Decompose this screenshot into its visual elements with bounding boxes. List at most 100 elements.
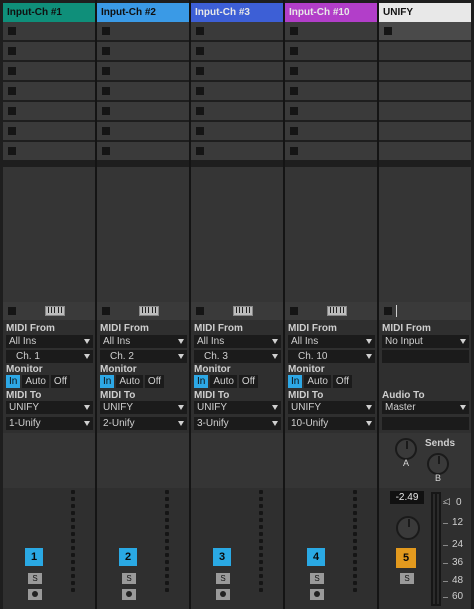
midi-to-channel-select[interactable]: 10-Unify: [288, 417, 375, 430]
stop-button[interactable]: [196, 67, 204, 75]
monitor-off-button[interactable]: Off: [332, 375, 353, 388]
stop-button[interactable]: [196, 127, 204, 135]
audio-to-select[interactable]: Master: [382, 401, 469, 414]
clip-slot[interactable]: [97, 142, 189, 160]
midi-channel-select[interactable]: Ch. 2: [100, 350, 187, 363]
stop-button[interactable]: [196, 147, 204, 155]
stop-button[interactable]: [290, 67, 298, 75]
clip-slot[interactable]: [379, 142, 471, 160]
stop-button[interactable]: [102, 127, 110, 135]
clip-slot[interactable]: [97, 82, 189, 100]
clip-slot[interactable]: [191, 102, 283, 120]
stop-button[interactable]: [8, 87, 16, 95]
clip-drop-area[interactable]: [191, 167, 283, 302]
track-header[interactable]: Input-Ch #3: [191, 3, 283, 22]
monitor-auto-button[interactable]: Auto: [304, 375, 331, 388]
midi-channel-select[interactable]: [382, 350, 469, 363]
solo-button[interactable]: S: [28, 573, 42, 584]
stop-button[interactable]: [102, 107, 110, 115]
solo-button[interactable]: S: [310, 573, 324, 584]
clip-drop-area[interactable]: [285, 167, 377, 302]
clip-slot[interactable]: [191, 82, 283, 100]
midi-channel-select[interactable]: Ch. 3: [194, 350, 281, 363]
clip-slot[interactable]: [3, 142, 95, 160]
monitor-in-button[interactable]: In: [100, 375, 115, 388]
clip-slot[interactable]: [379, 62, 471, 80]
stop-button[interactable]: [384, 27, 392, 35]
clip-drop-area[interactable]: [97, 167, 189, 302]
stop-button[interactable]: [290, 27, 298, 35]
stop-button[interactable]: [290, 127, 298, 135]
clip-slot[interactable]: [285, 62, 377, 80]
track-header[interactable]: UNIFY: [379, 3, 471, 22]
monitor-auto-button[interactable]: Auto: [210, 375, 237, 388]
stop-button[interactable]: [290, 107, 298, 115]
midi-to-select[interactable]: UNIFY: [100, 401, 187, 414]
send-a-knob[interactable]: [395, 438, 417, 460]
clip-slot[interactable]: [191, 22, 283, 40]
clip-slot[interactable]: [379, 122, 471, 140]
clip-slot[interactable]: [191, 142, 283, 160]
stop-button[interactable]: [196, 27, 204, 35]
midi-to-select[interactable]: UNIFY: [6, 401, 93, 414]
arm-button[interactable]: [216, 589, 230, 600]
stop-button[interactable]: [196, 87, 204, 95]
stop-all-button[interactable]: [384, 307, 392, 315]
track-activator-button[interactable]: 3: [213, 548, 231, 566]
midi-channel-select[interactable]: Ch. 1: [6, 350, 93, 363]
stop-button[interactable]: [8, 67, 16, 75]
stop-button[interactable]: [8, 147, 16, 155]
monitor-auto-button[interactable]: Auto: [116, 375, 143, 388]
stop-button[interactable]: [290, 147, 298, 155]
track-header[interactable]: Input-Ch #2: [97, 3, 189, 22]
clip-slot[interactable]: [3, 122, 95, 140]
midi-from-select[interactable]: No Input: [382, 335, 469, 348]
stop-all-button[interactable]: [102, 307, 110, 315]
stop-button[interactable]: [196, 107, 204, 115]
clip-slot[interactable]: [97, 62, 189, 80]
stop-button[interactable]: [102, 47, 110, 55]
clip-drop-area[interactable]: [3, 167, 95, 302]
clip-slot[interactable]: [3, 22, 95, 40]
clip-slot[interactable]: [3, 102, 95, 120]
clip-slot[interactable]: [379, 22, 471, 40]
stop-button[interactable]: [8, 127, 16, 135]
monitor-in-button[interactable]: In: [288, 375, 303, 388]
clip-slot[interactable]: [379, 42, 471, 60]
clip-slot[interactable]: [379, 82, 471, 100]
stop-button[interactable]: [196, 47, 204, 55]
clip-slot[interactable]: [191, 122, 283, 140]
solo-button[interactable]: S: [216, 573, 230, 584]
monitor-auto-button[interactable]: Auto: [22, 375, 49, 388]
audio-to-channel-select[interactable]: [382, 417, 469, 430]
track-activator-button[interactable]: 4: [307, 548, 325, 566]
volume-display[interactable]: -2.49: [390, 491, 424, 504]
track-header[interactable]: Input-Ch #10: [285, 3, 377, 22]
track-activator-button[interactable]: 5: [396, 548, 416, 568]
clip-slot[interactable]: [285, 22, 377, 40]
track-activator-button[interactable]: 2: [119, 548, 137, 566]
midi-to-channel-select[interactable]: 1-Unify: [6, 417, 93, 430]
midi-channel-select[interactable]: Ch. 10: [288, 350, 375, 363]
clip-slot[interactable]: [285, 42, 377, 60]
midi-from-select[interactable]: All Ins: [194, 335, 281, 348]
stop-all-button[interactable]: [196, 307, 204, 315]
clip-slot[interactable]: [97, 22, 189, 40]
clip-slot[interactable]: [3, 62, 95, 80]
stop-button[interactable]: [102, 27, 110, 35]
stop-button[interactable]: [102, 147, 110, 155]
midi-to-channel-select[interactable]: 3-Unify: [194, 417, 281, 430]
arm-button[interactable]: [122, 589, 136, 600]
send-b-knob[interactable]: [427, 453, 449, 475]
midi-to-select[interactable]: UNIFY: [288, 401, 375, 414]
stop-button[interactable]: [8, 107, 16, 115]
stop-all-button[interactable]: [290, 307, 298, 315]
arm-button[interactable]: [310, 589, 324, 600]
clip-slot[interactable]: [97, 102, 189, 120]
monitor-off-button[interactable]: Off: [50, 375, 71, 388]
track-activator-button[interactable]: 1: [25, 548, 43, 566]
solo-button[interactable]: S: [400, 573, 414, 584]
clip-slot[interactable]: [285, 102, 377, 120]
stop-button[interactable]: [8, 47, 16, 55]
monitor-in-button[interactable]: In: [6, 375, 21, 388]
